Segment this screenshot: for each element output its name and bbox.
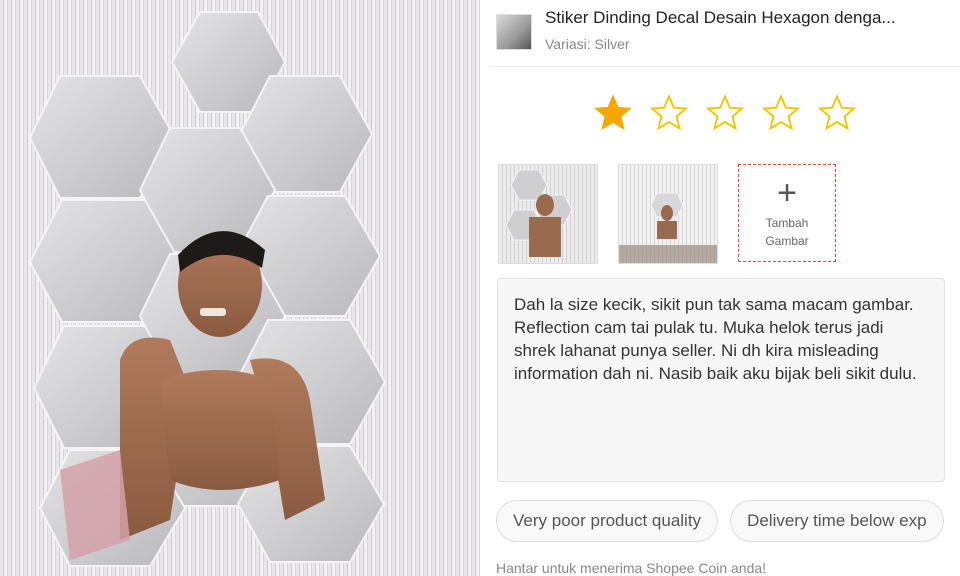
review-textarea[interactable]: Dah la size kecik, sikit pun tak sama ma… [497, 278, 945, 482]
add-photo-label-2: Gambar [765, 234, 809, 248]
star-icon-3[interactable] [706, 94, 744, 132]
plus-icon: + [777, 174, 797, 212]
product-variant: Variasi: Silver [545, 36, 630, 52]
star-icon-2[interactable] [650, 94, 688, 132]
star-rating [594, 94, 856, 132]
product-thumbnail [496, 14, 532, 50]
add-photo-button[interactable]: + Tambah Gambar [738, 164, 836, 262]
tag-delivery-time[interactable]: Delivery time below exp [730, 500, 944, 542]
panel-divider [480, 0, 490, 576]
photo-thumb-2-image [619, 192, 717, 263]
star-icon-5[interactable] [818, 94, 856, 132]
star-icon-1[interactable] [594, 94, 632, 132]
attached-photo-1[interactable] [498, 164, 598, 264]
media-attachments: + Tambah Gambar [498, 164, 836, 264]
product-title: Stiker Dinding Decal Desain Hexagon deng… [545, 8, 896, 27]
quick-tags: Very poor product quality Delivery time … [496, 500, 944, 542]
attached-photo-2[interactable] [618, 164, 718, 264]
review-photo-hexagon-mirror [0, 0, 480, 576]
tag-poor-quality[interactable]: Very poor product quality [496, 500, 719, 542]
header-divider [490, 66, 960, 67]
hexagon-mirror-illustration [28, 11, 387, 567]
star-icon-4[interactable] [762, 94, 800, 132]
review-form-panel: Stiker Dinding Decal Desain Hexagon deng… [490, 0, 960, 576]
add-photo-label-1: Tambah [765, 216, 809, 230]
review-text: Dah la size kecik, sikit pun tak sama ma… [514, 295, 917, 383]
coin-note: Hantar untuk menerima Shopee Coin anda! [496, 560, 767, 576]
photo-thumb-1-image [505, 169, 573, 257]
